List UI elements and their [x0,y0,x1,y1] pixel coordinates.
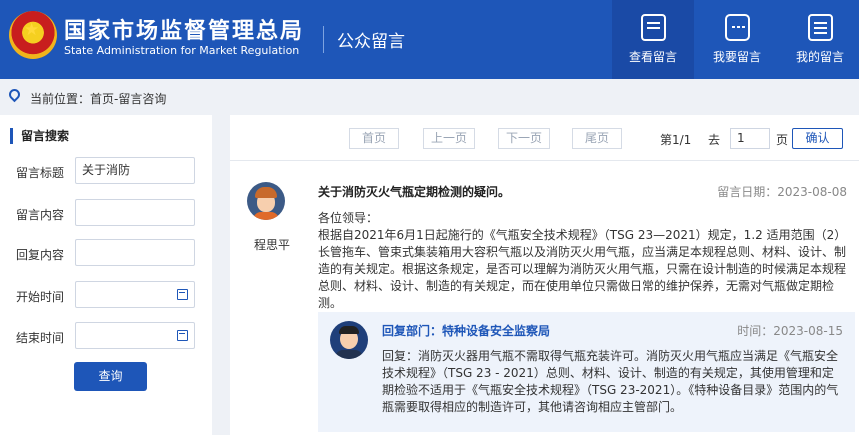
message-list: 首页 上一页 下一页 尾页 第1/1 去 1 页 确认 程思平 关于消防灭火气瓶… [230,115,859,435]
page-unit-label: 页 [776,133,789,147]
last-page-button[interactable]: 尾页 [572,128,622,149]
search-panel-title: 留言搜索 [10,128,69,144]
calendar-icon [177,330,188,341]
site-title: 国家市场监督管理总局 [64,19,305,44]
message-body: 各位领导： 根据自2021年6月1日起施行的《气瓶安全技术规程》（TSG 23—… [318,211,847,310]
nav-my-messages-label: 我的留言 [795,50,844,64]
message-title[interactable]: 关于消防灭火气瓶定期检测的疑问。 [318,183,510,200]
next-page-button[interactable]: 下一页 [498,128,550,149]
calendar-icon [177,289,188,300]
site-subtitle: State Administration for Market Regulati… [64,44,300,57]
asker-avatar [247,182,285,220]
search-panel: 留言搜索 留言标题 关于消防 留言内容 回复内容 开始时间 结束时间 查询 [0,115,212,435]
reply-department: 回复部门：特种设备安全监察局 [382,324,551,338]
nav-view-messages[interactable]: 查看留言 [612,0,694,79]
nav-view-messages-label: 查看留言 [628,50,677,64]
content-field-label: 留言内容 [16,208,65,222]
end-time-label: 结束时间 [16,331,65,345]
section-title: 公众留言 [337,32,405,52]
site-header: 国家市场监督管理总局 State Administration for Mark… [0,0,859,79]
start-time-label: 开始时间 [16,290,65,304]
breadcrumb-text: 当前位置：首页-留言咨询 [30,92,167,106]
reply-field-label: 回复内容 [16,248,65,262]
search-button[interactable]: 查询 [74,362,147,391]
first-page-button[interactable]: 首页 [349,128,399,149]
title-field-label: 留言标题 [16,166,65,180]
confirm-page-button[interactable]: 确认 [792,128,843,149]
end-time-input[interactable] [75,322,195,349]
reply-box: 回复部门：特种设备安全监察局 时间：2023-08-15 回复：消防灭火器用气瓶… [318,312,855,432]
page-info: 第1/1 [660,133,692,147]
location-pin-icon [6,86,23,103]
reply-input[interactable] [75,239,195,266]
chat-icon [725,14,750,41]
title-input[interactable]: 关于消防 [75,157,195,184]
goto-label: 去 [708,133,721,147]
asker-name: 程思平 [254,238,291,252]
divider [230,160,859,161]
prev-page-button[interactable]: 上一页 [423,128,475,149]
search-doc-icon [641,14,666,41]
nav-post-message[interactable]: 我要留言 [696,0,778,79]
official-avatar [330,321,368,359]
list-icon [808,14,833,41]
message-date: 留言日期：2023-08-08 [717,185,847,199]
start-time-input[interactable] [75,281,195,308]
national-emblem-logo [9,11,57,59]
content-input[interactable] [75,199,195,226]
reply-time: 时间：2023-08-15 [737,324,843,338]
nav-post-message-label: 我要留言 [712,50,761,64]
nav-my-messages[interactable]: 我的留言 [779,0,859,79]
page-number-input[interactable]: 1 [730,128,770,149]
header-divider [323,26,324,53]
reply-body: 回复：消防灭火器用气瓶不需取得气瓶充装许可。消防灭火用气瓶应当满足《气瓶安全技术… [382,349,839,414]
breadcrumb: 当前位置：首页-留言咨询 [0,84,859,110]
